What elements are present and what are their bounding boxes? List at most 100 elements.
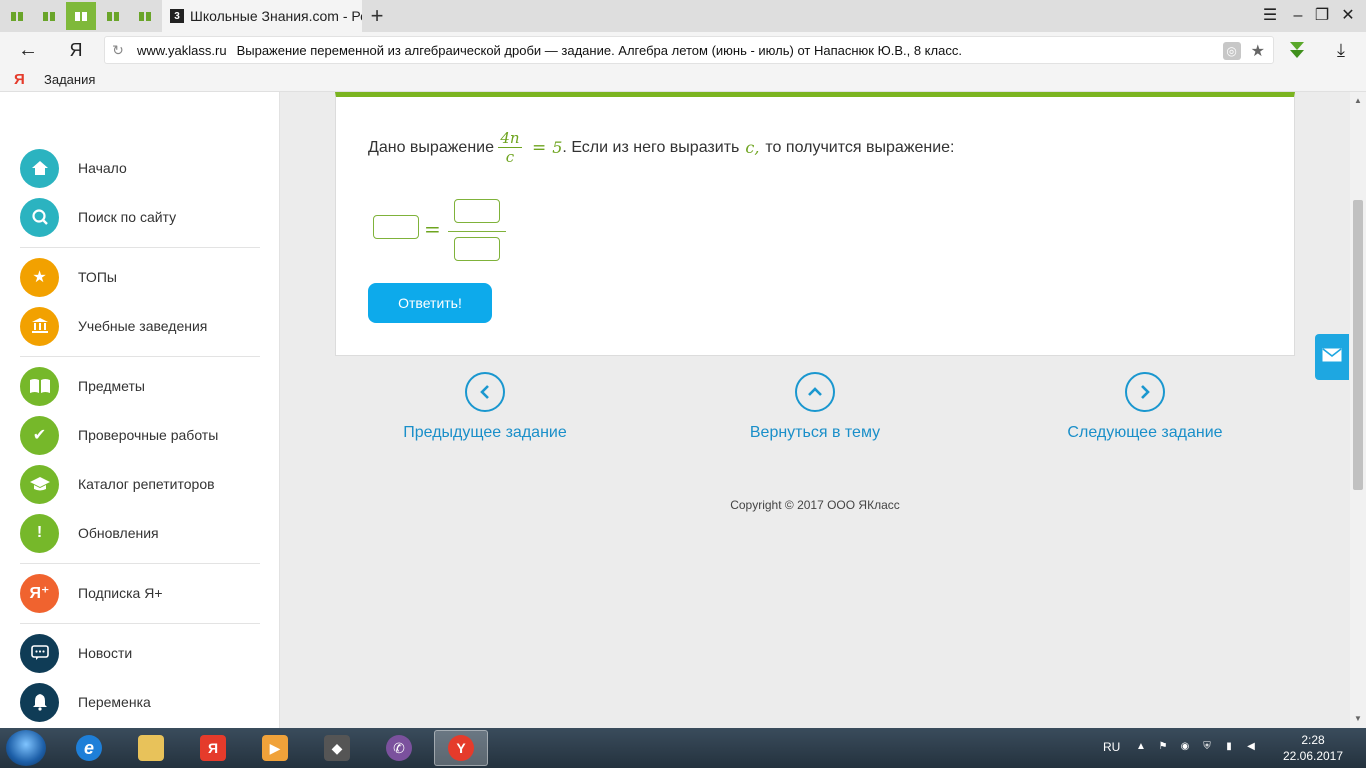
flag-icon[interactable]: ⚑ bbox=[1156, 740, 1170, 754]
task-card: Дано выражение 4n c = 5 . Если из него в… bbox=[335, 92, 1295, 356]
new-tab-button[interactable]: + bbox=[366, 4, 388, 28]
search-icon bbox=[20, 197, 59, 237]
sidebar-item-label: Поиск по сайту bbox=[78, 209, 177, 225]
sidebar-item-home[interactable]: Начало bbox=[20, 148, 270, 188]
pinned-tab-active[interactable] bbox=[66, 2, 96, 30]
check-icon: ✔ bbox=[20, 415, 59, 455]
sidebar-item-tops[interactable]: ★ ТОПы bbox=[20, 257, 270, 297]
bookmarks-bar: Я Задания bbox=[0, 68, 1366, 92]
pinned-tab[interactable] bbox=[130, 2, 160, 30]
windows-start-button[interactable] bbox=[6, 730, 46, 766]
video-player-icon: ▶ bbox=[262, 735, 288, 761]
tray-expand-icon[interactable]: ▲ bbox=[1134, 740, 1148, 754]
expression-fraction: 4n c bbox=[497, 129, 522, 166]
taskbar-viber[interactable]: ✆ bbox=[372, 730, 426, 766]
book-icon bbox=[107, 11, 119, 21]
bookmark-star-icon[interactable]: ★ bbox=[1251, 41, 1265, 61]
task-text-after: то получится выражение: bbox=[765, 138, 955, 156]
answer-input-numerator[interactable] bbox=[454, 199, 500, 223]
sidebar-item-institutions[interactable]: Учебные заведения bbox=[20, 306, 270, 346]
exclamation-icon: ! bbox=[20, 513, 59, 553]
menu-icon[interactable]: ☰ bbox=[1258, 4, 1282, 28]
back-to-topic-link[interactable]: Вернуться в тему bbox=[695, 372, 935, 444]
pinned-tab[interactable] bbox=[34, 2, 64, 30]
network-icon[interactable]: ▮ bbox=[1222, 740, 1236, 754]
sidebar-item-label: Предметы bbox=[78, 378, 145, 394]
fraction-denominator: c bbox=[505, 148, 515, 166]
tray-language[interactable]: RU bbox=[1103, 740, 1120, 754]
sidebar-item-break[interactable]: Переменка bbox=[20, 682, 270, 722]
sidebar-item-subjects[interactable]: Предметы bbox=[20, 366, 270, 406]
yandex-logo-icon[interactable]: Я bbox=[66, 38, 86, 62]
viber-icon: ✆ bbox=[386, 735, 412, 761]
sidebar-item-news[interactable]: Новости bbox=[20, 633, 270, 673]
answer-input-denominator[interactable] bbox=[454, 237, 500, 261]
url-domain: www.yaklass.ru bbox=[137, 42, 227, 58]
home-icon bbox=[20, 148, 59, 188]
sidebar-divider bbox=[20, 247, 260, 248]
address-bar-row: ← Я ↻ www.yaklass.ru Выражение переменно… bbox=[0, 32, 1366, 68]
answer-equals-sign: = bbox=[424, 217, 441, 241]
prev-task-link[interactable]: Предыдущее задание bbox=[365, 372, 605, 444]
sidebar-item-subscription[interactable]: Я⁺ Подписка Я+ bbox=[20, 573, 270, 613]
browser-tab-bar: 3 Школьные Знания.com - Ре + ☰ – ❐ ✕ bbox=[0, 0, 1366, 32]
next-task-link[interactable]: Следующее задание bbox=[1025, 372, 1265, 444]
scroll-down-arrow-icon[interactable]: ▼ bbox=[1350, 712, 1366, 726]
sidebar-item-label: ТОПы bbox=[78, 269, 117, 285]
page-scrollbar[interactable]: ▲ ▼ bbox=[1350, 92, 1366, 728]
taskbar-yandex[interactable]: Я bbox=[186, 730, 240, 766]
download-manager-icon[interactable] bbox=[1286, 40, 1308, 62]
download-icon[interactable]: ⤓ bbox=[1330, 38, 1352, 62]
tab-title: Школьные Знания.com - Ре bbox=[190, 8, 362, 24]
minimize-icon[interactable]: – bbox=[1286, 4, 1310, 28]
sidebar-item-tutors[interactable]: Каталог репетиторов bbox=[20, 464, 270, 504]
yandex-bookmark-icon[interactable]: Я bbox=[14, 71, 30, 88]
folder-icon bbox=[138, 735, 164, 761]
scroll-thumb[interactable] bbox=[1353, 200, 1363, 490]
back-to-topic-label: Вернуться в тему bbox=[749, 424, 881, 441]
taskbar-video[interactable]: ▶ bbox=[248, 730, 302, 766]
taskbar-ie[interactable]: e bbox=[62, 730, 116, 766]
url-field[interactable]: ↻ www.yaklass.ru Выражение переменной из… bbox=[104, 36, 1274, 64]
next-task-label: Следующее задание bbox=[1067, 424, 1223, 441]
pinned-tab[interactable] bbox=[2, 2, 32, 30]
internet-explorer-icon: e bbox=[76, 735, 102, 761]
equals-sign: = bbox=[531, 137, 547, 158]
volume-icon[interactable]: ◀ bbox=[1244, 740, 1258, 754]
sidebar-divider bbox=[20, 623, 260, 624]
sidebar-item-search[interactable]: Поиск по сайту bbox=[20, 197, 270, 237]
answer-button[interactable]: Ответить! bbox=[368, 283, 492, 323]
back-arrow-icon[interactable]: ← bbox=[16, 38, 40, 62]
sidebar-item-tests[interactable]: ✔ Проверочные работы bbox=[20, 415, 270, 455]
tray-security-icon[interactable]: ⛨ bbox=[1200, 740, 1214, 754]
tray-clock[interactable]: 2:28 22.06.2017 bbox=[1280, 732, 1346, 764]
browser-tab[interactable]: 3 Школьные Знания.com - Ре bbox=[162, 0, 362, 32]
sidebar-item-label: Начало bbox=[78, 160, 127, 176]
star-icon: ★ bbox=[20, 257, 59, 297]
prev-task-label: Предыдущее задание bbox=[403, 424, 567, 441]
bookmark-zadaniya[interactable]: Задания bbox=[44, 72, 95, 87]
close-icon[interactable]: ✕ bbox=[1336, 4, 1360, 28]
taskbar-yandex-browser[interactable]: Y bbox=[434, 730, 488, 766]
taskbar-explorer[interactable] bbox=[124, 730, 178, 766]
protect-icon[interactable]: ◎ bbox=[1222, 42, 1241, 60]
tag-icon: ◆ bbox=[324, 735, 350, 761]
task-text-before: Дано выражение bbox=[368, 138, 494, 156]
restore-icon[interactable]: ❐ bbox=[1310, 4, 1334, 28]
taskbar-app[interactable]: ◆ bbox=[310, 730, 364, 766]
book-icon bbox=[139, 11, 151, 21]
sidebar-item-updates[interactable]: ! Обновления bbox=[20, 513, 270, 553]
reload-icon[interactable]: ↻ bbox=[105, 42, 131, 59]
pinned-tab[interactable] bbox=[98, 2, 128, 30]
book-icon bbox=[43, 11, 55, 21]
scroll-up-arrow-icon[interactable]: ▲ bbox=[1350, 94, 1366, 108]
yandex-browser-icon: Y bbox=[448, 735, 474, 761]
sidebar-item-label: Переменка bbox=[78, 694, 151, 710]
chevron-left-icon bbox=[465, 372, 505, 412]
url-page-title: Выражение переменной из алгебраической д… bbox=[236, 42, 962, 58]
mail-icon bbox=[1322, 347, 1342, 367]
answer-input-lhs[interactable] bbox=[373, 215, 419, 239]
feedback-mail-button[interactable] bbox=[1315, 334, 1349, 380]
chevron-right-icon bbox=[1125, 372, 1165, 412]
tray-app-icon[interactable]: ◉ bbox=[1178, 740, 1192, 754]
